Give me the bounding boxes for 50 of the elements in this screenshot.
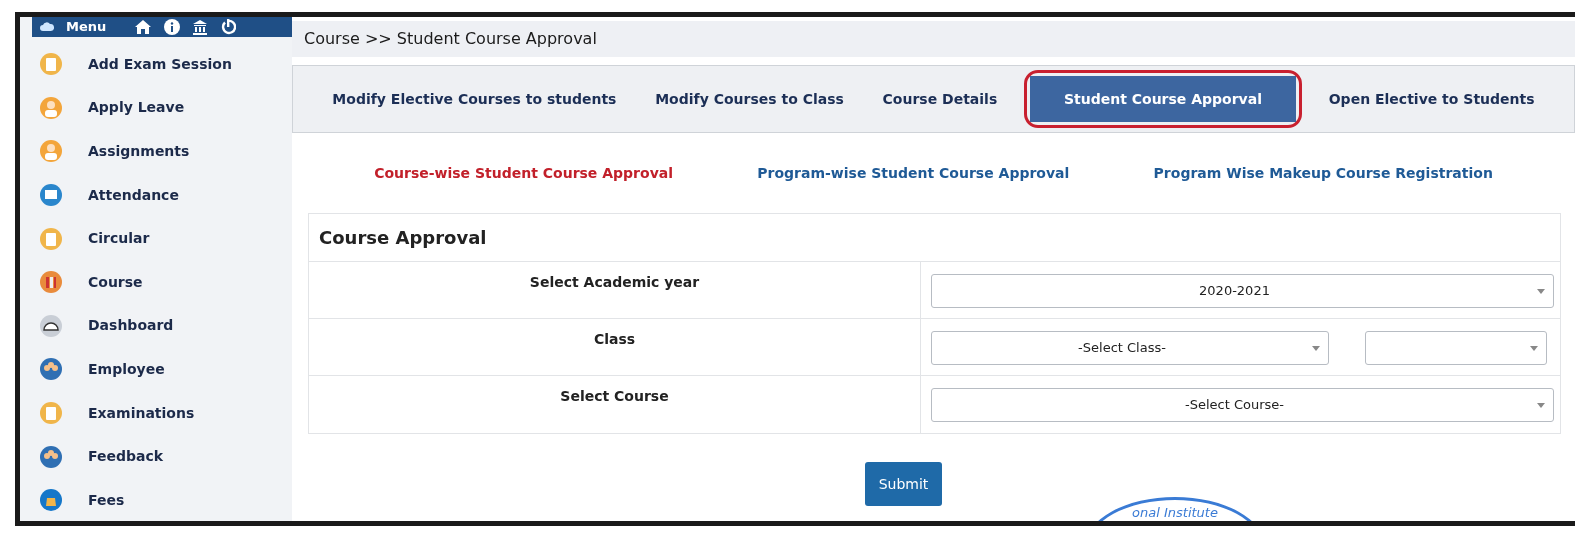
books-icon [40,271,62,294]
caret-icon [1537,288,1545,294]
sidebar-item[interactable]: Fees [88,489,125,511]
institution-icon[interactable] [192,18,209,35]
sidebar-item[interactable]: Course [88,271,143,293]
caret-icon [1312,345,1320,351]
tab[interactable]: Course Details [876,76,1004,122]
people-icon [40,358,62,381]
field-label: Select Academic year [529,273,700,292]
sidebar-item[interactable]: Dashboard [88,315,174,337]
board-icon [40,184,62,207]
clipboard-icon [40,402,62,425]
sidebar-item[interactable]: Examinations [88,402,195,424]
caret-icon [1537,402,1545,408]
menu-title[interactable]: Menu [66,17,107,37]
stamp-text: onal Institute [1132,504,1218,521]
sidebar-item[interactable]: Apply Leave [88,97,185,119]
person-icon [40,140,62,163]
tab[interactable]: Modify Elective Courses to students [326,76,623,122]
power-icon[interactable] [220,18,237,35]
person-icon [40,96,62,119]
cloud-icon [40,20,54,33]
field-label: Select Course [560,387,669,406]
caret-icon [1530,345,1538,351]
info-icon[interactable] [164,18,181,35]
submit-button[interactable]: Submit [864,462,943,506]
sidebar-item[interactable]: Add Exam Session [88,53,232,75]
sidebar-item[interactable]: Assignments [88,141,190,162]
sub-tab-link[interactable]: Program-wise Student Course Approval [757,162,1070,184]
tab[interactable]: Student Course Apporval [1029,76,1296,122]
people-icon [40,445,62,468]
sidebar-item[interactable]: Employee [88,358,165,380]
bag-icon [40,489,62,512]
sidebar-item[interactable]: Circular [88,228,150,250]
sidebar-item[interactable]: Attendance [88,184,179,206]
gauge-icon [40,314,62,337]
breadcrumb: Course >> Student Course Approval [292,21,1575,57]
sidebar-item[interactable]: Feedback [88,446,164,468]
sub-tab-link[interactable]: Course-wise Student Course Approval [374,162,673,184]
home-icon[interactable] [134,18,153,35]
dropdown[interactable]: -Select Class- [931,331,1329,365]
clipboard-icon [40,227,62,250]
field-label: Class [593,330,636,349]
dropdown[interactable]: -Select Course- [931,388,1554,422]
clipboard-icon [40,53,62,76]
sub-tab-link[interactable]: Program Wise Makeup Course Registration [1153,162,1493,184]
tab[interactable]: Open Elective to Students [1322,76,1541,122]
dropdown[interactable]: 2020-2021 [931,274,1554,308]
tab[interactable]: Modify Courses to Class [649,76,850,122]
form-title: Course Approval [309,214,1560,262]
